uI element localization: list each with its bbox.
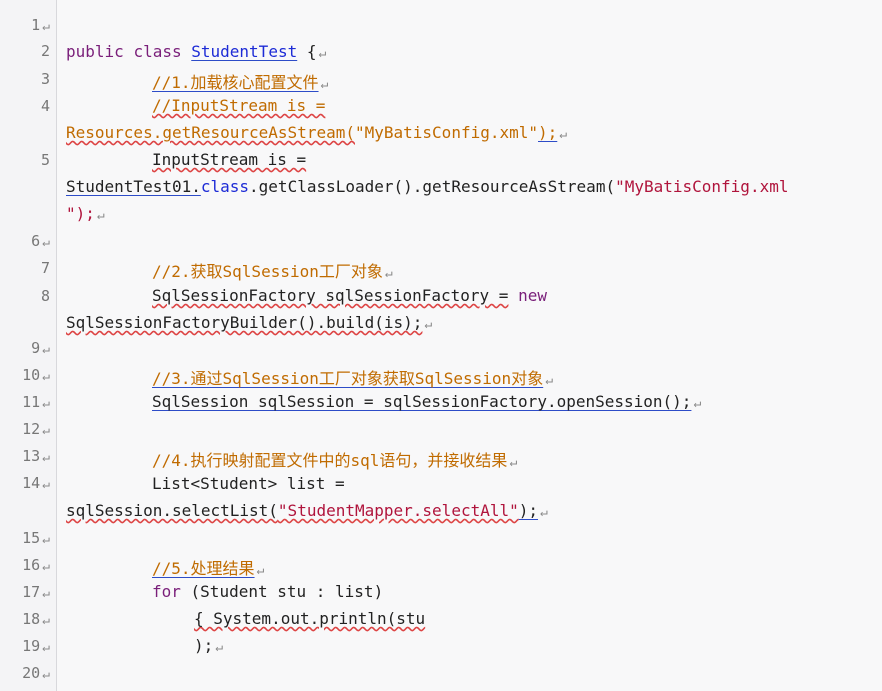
line-number: 11 ↵ xyxy=(22,393,50,411)
code-line: StudentTest01.class.getClassLoader().get… xyxy=(66,177,789,196)
line-number-gutter: 1 ↵ 2 3 4 5 6 ↵ 7 8 9 ↵ 10 ↵ 11 ↵ 12 ↵ 13 ↵ 14 ↵… xyxy=(0,0,57,691)
line-number: 17 ↵ xyxy=(22,583,50,601)
code-line: ); ↵ xyxy=(194,636,224,655)
line-number: 19 ↵ xyxy=(22,637,50,655)
code-line: Resources.getResourceAsStream("MyBatisCo… xyxy=(66,123,568,142)
code-editor[interactable]: 1 ↵ 2 3 4 5 6 ↵ 7 8 9 ↵ 10 ↵ 11 ↵ 12 ↵ 13 ↵ 14 ↵… xyxy=(0,0,882,691)
code-line: "); ↵ xyxy=(66,204,105,223)
line-number: 1 ↵ xyxy=(31,16,50,34)
line-number: 8 xyxy=(40,287,50,305)
code-line: //2.获取SqlSession工厂对象 ↵ xyxy=(152,262,393,281)
line-number: 13 ↵ xyxy=(22,447,50,465)
line-number: 10 ↵ xyxy=(22,366,50,384)
code-line: for (Student stu : list) xyxy=(152,582,384,601)
code-line: //InputStream is = xyxy=(152,96,326,115)
line-number: 16 ↵ xyxy=(22,556,50,574)
code-line: public class StudentTest {↵ xyxy=(66,42,327,61)
code-line: //3.通过SqlSession工厂对象获取SqlSession对象 ↵ xyxy=(152,369,554,388)
line-number: 9 ↵ xyxy=(31,339,50,357)
line-number: 14 ↵ xyxy=(22,474,50,492)
line-number: 12 ↵ xyxy=(22,420,50,438)
code-line: //1.加载核心配置文件 ↵ xyxy=(152,73,329,92)
line-number: 3 xyxy=(40,70,50,88)
code-area[interactable]: public class StudentTest {↵ //1.加载核心配置文件… xyxy=(66,0,876,691)
code-line: SqlSessionFactoryBuilder().build(is); ↵ xyxy=(66,313,433,332)
line-number: 7 xyxy=(40,259,50,277)
line-number: 18 ↵ xyxy=(22,610,50,628)
code-line: SqlSession sqlSession = sqlSessionFactor… xyxy=(152,392,702,411)
code-line: List<Student> list = xyxy=(152,474,345,493)
code-line: InputStream is = xyxy=(152,150,307,169)
line-number: 6 ↵ xyxy=(31,232,50,250)
code-line: //4.执行映射配置文件中的sql语句，并接收结果 ↵ xyxy=(152,451,518,470)
line-number: 15 ↵ xyxy=(22,529,50,547)
line-number: 5 xyxy=(40,151,50,169)
line-number: 2 xyxy=(40,42,50,60)
line-number: 20 ↵ xyxy=(22,664,50,682)
line-number: 4 xyxy=(40,97,50,115)
code-line: sqlSession.selectList("StudentMapper.sel… xyxy=(66,501,548,520)
code-line: { System.out.println(stu xyxy=(194,609,426,628)
code-line: SqlSessionFactory sqlSessionFactory = ne… xyxy=(152,286,547,305)
code-line: //5.处理结果 ↵ xyxy=(152,559,265,578)
